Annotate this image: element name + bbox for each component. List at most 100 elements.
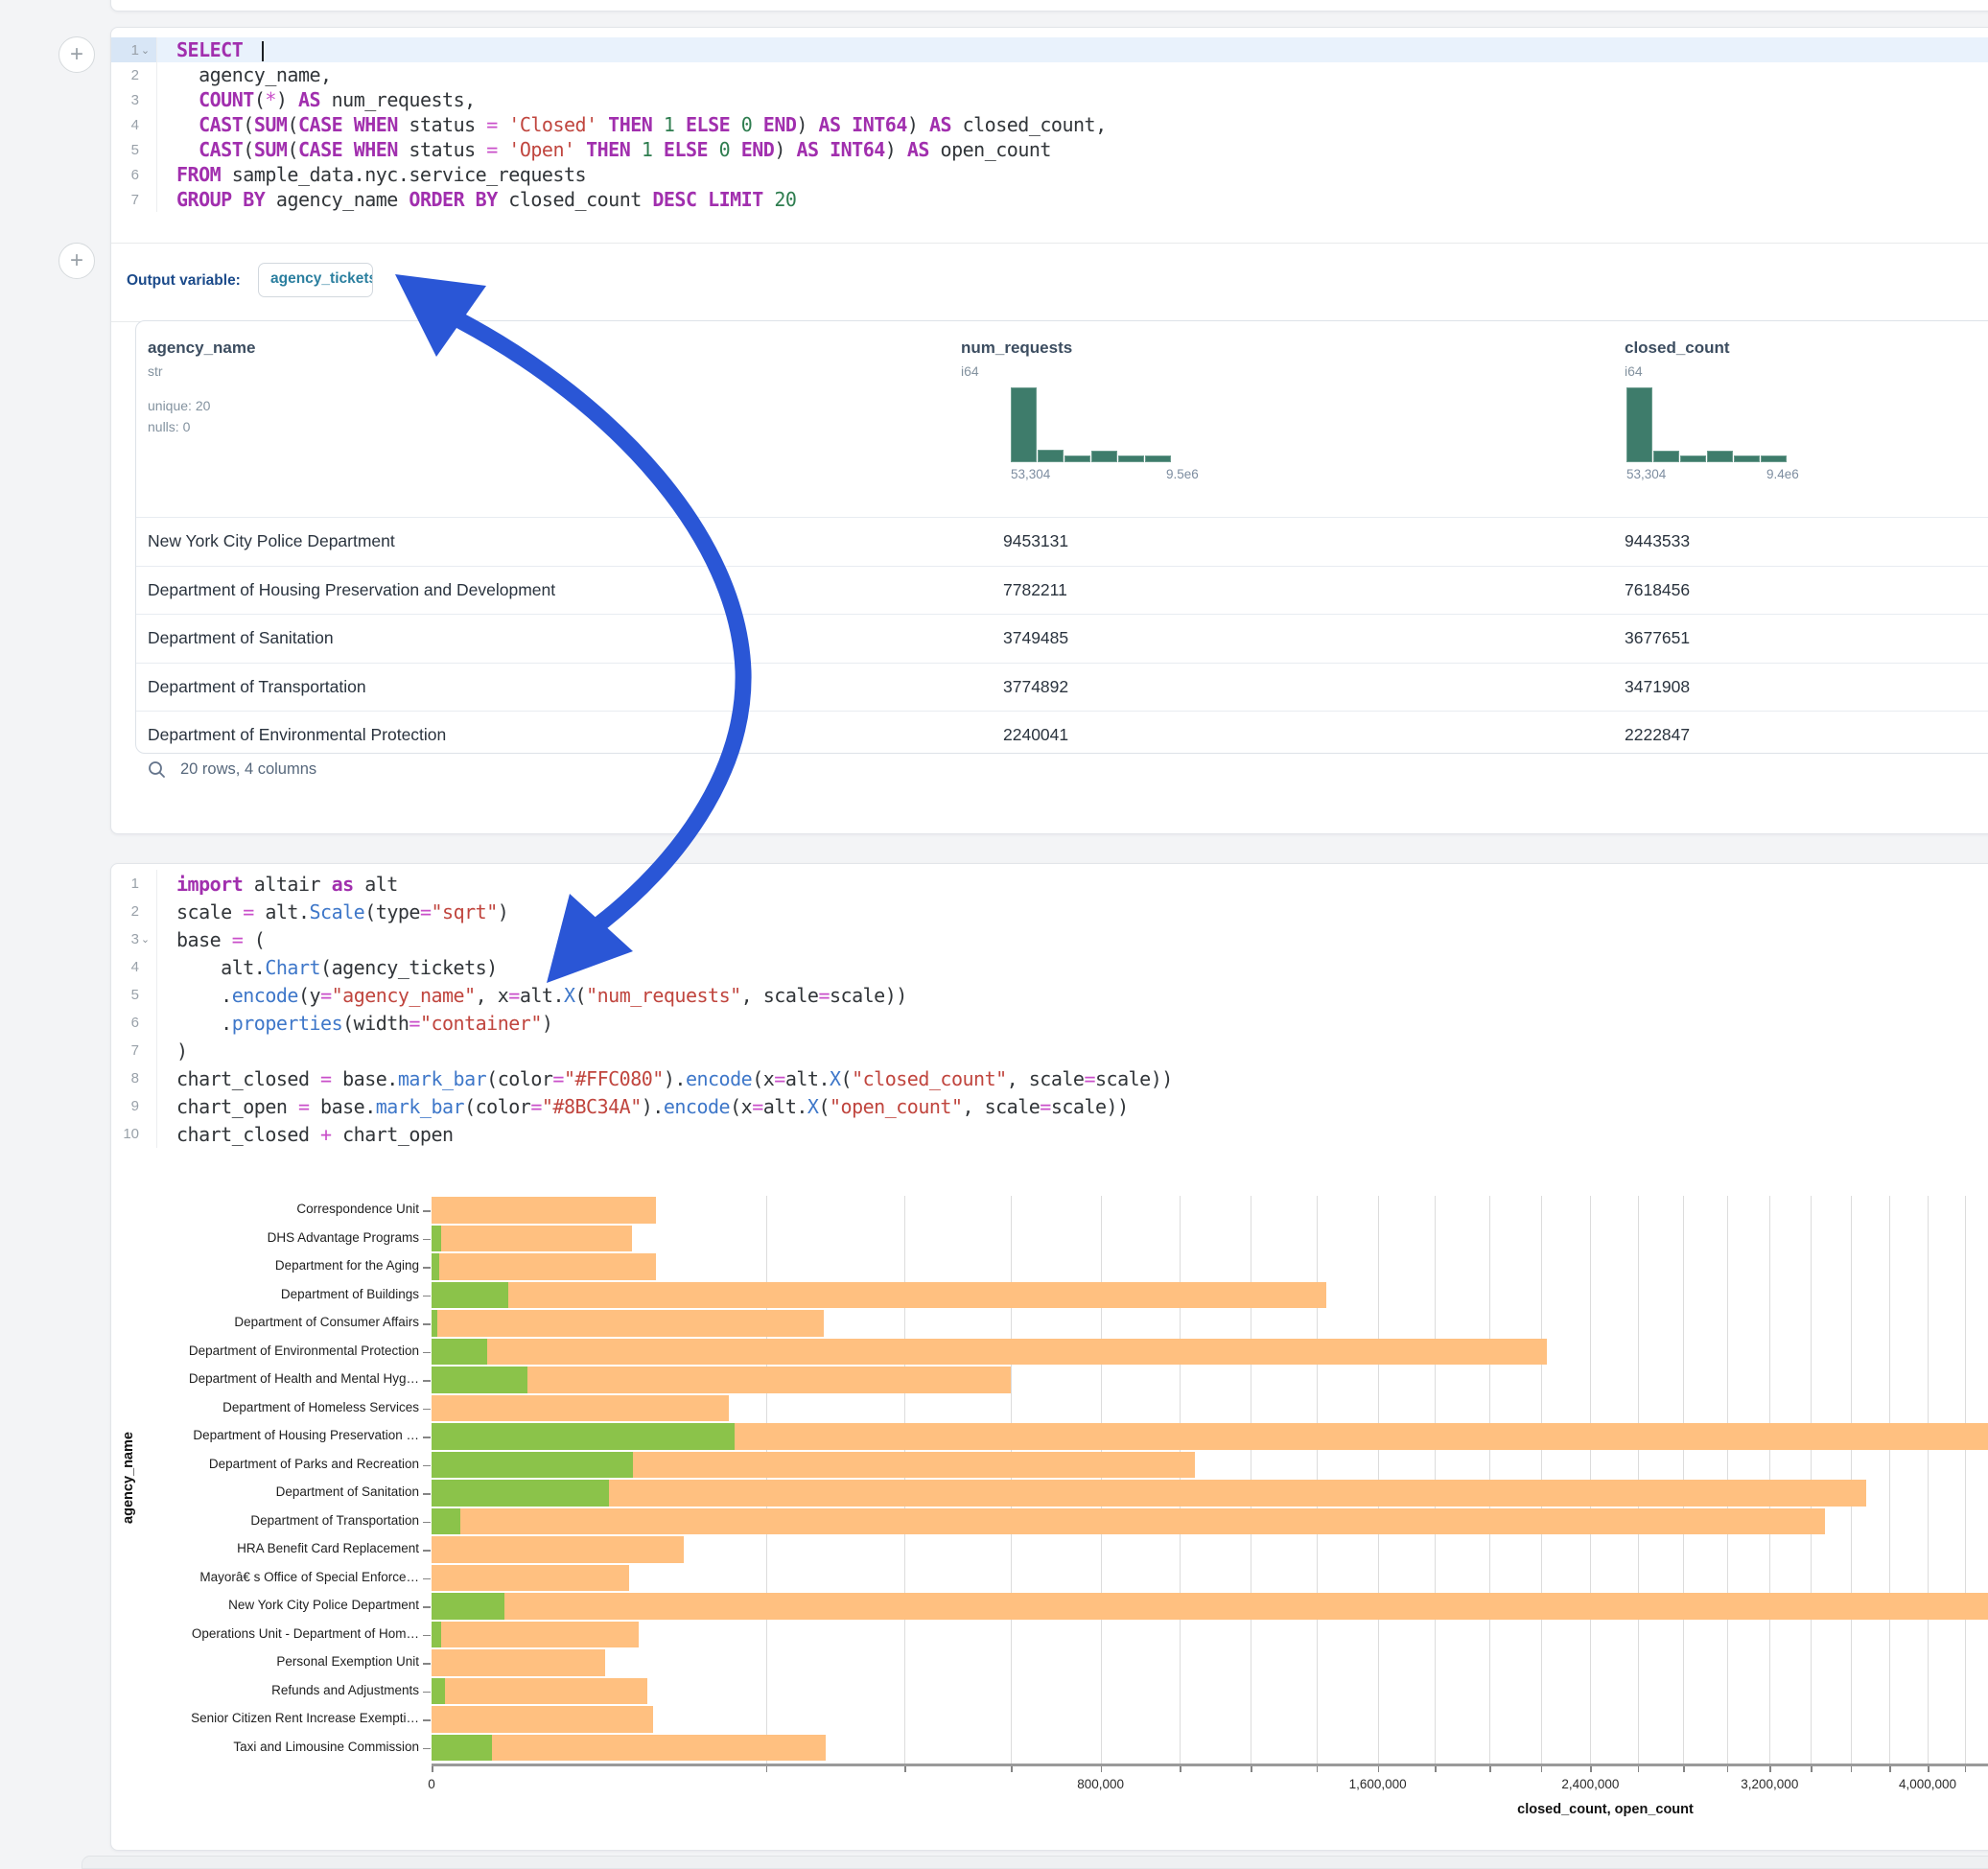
line-number-gutter: 2 (111, 62, 157, 87)
line-number-gutter: 5 (111, 137, 157, 162)
table-cell: Department of Sanitation (148, 628, 334, 648)
code-line[interactable]: 7) (111, 1037, 1988, 1064)
search-icon[interactable] (147, 759, 167, 780)
histogram-bar (1064, 456, 1090, 462)
y-axis-tick (423, 1267, 431, 1269)
output-variable-pill[interactable]: agency_tickets (258, 263, 373, 297)
histogram-bar (1707, 451, 1733, 462)
sql-code-editor[interactable]: 1⌄SELECT 2 agency_name,3 COUNT(*) AS num… (111, 37, 1988, 212)
bar-closed-count (432, 1310, 824, 1336)
histogram-min-label: 53,304 (1626, 467, 1666, 481)
y-axis-label: Department of Consumer Affairs (111, 1315, 419, 1329)
line-number-gutter: 3 (111, 87, 157, 112)
line-number-gutter: 10 (111, 1120, 157, 1148)
add-cell-button-top[interactable]: + (58, 36, 95, 73)
line-number: 2 (131, 903, 139, 920)
bar-open-count (432, 1423, 735, 1449)
histogram-bar (1145, 456, 1171, 462)
line-number: 3 (131, 92, 139, 108)
code-text: GROUP BY agency_name ORDER BY closed_cou… (157, 188, 796, 211)
y-axis-label: Department for the Aging (111, 1258, 419, 1273)
output-variable-row: Output variable: agency_tickets (111, 243, 1988, 322)
table-row[interactable]: New York City Police Department945313194… (136, 517, 1988, 566)
code-line[interactable]: 4 CAST(SUM(CASE WHEN status = 'Closed' T… (111, 112, 1988, 137)
code-text: .encode(y="agency_name", x=alt.X("num_re… (157, 984, 907, 1007)
code-line[interactable]: 1import altair as alt (111, 870, 1988, 898)
histogram-max-label: 9.4e6 (1766, 467, 1799, 481)
table-cell: New York City Police Department (148, 531, 395, 551)
line-number-gutter: 1 (111, 870, 157, 898)
fold-chevron-icon[interactable]: ⌄ (140, 933, 151, 946)
y-axis-tick (423, 1719, 431, 1721)
line-number: 6 (131, 167, 139, 183)
code-line[interactable]: 7GROUP BY agency_name ORDER BY closed_co… (111, 187, 1988, 212)
bar-closed-count (432, 1253, 656, 1279)
bar-closed-count (432, 1395, 729, 1421)
y-axis-label: Operations Unit - Department of Hom… (111, 1626, 419, 1641)
column-type: i64 (961, 363, 979, 379)
y-axis-tick (423, 1296, 431, 1297)
bar-open-count (432, 1367, 527, 1392)
table-row[interactable]: Department of Environmental Protection22… (136, 711, 1988, 754)
code-line[interactable]: 3⌄base = ( (111, 925, 1988, 953)
code-line[interactable]: 2 scale = alt.Scale(type="sqrt") (111, 898, 1988, 925)
chart-y-axis-title: agency_name (121, 1401, 136, 1554)
table-row[interactable]: Department of Housing Preservation and D… (136, 566, 1988, 615)
histogram-max-label: 9.5e6 (1166, 467, 1199, 481)
y-axis-label: Department of Transportation (111, 1513, 419, 1528)
line-number-gutter: 6 (111, 162, 157, 187)
x-axis-tick (1851, 1766, 1853, 1772)
x-axis-tick (1769, 1766, 1771, 1772)
y-axis-label: Department of Homeless Services (111, 1400, 419, 1414)
line-number: 3 (131, 931, 139, 947)
x-axis-tick (1928, 1766, 1930, 1772)
code-line[interactable]: 9chart_open = base.mark_bar(color="#8BC3… (111, 1092, 1988, 1120)
line-number: 4 (131, 117, 139, 133)
y-axis-tick (423, 1493, 431, 1495)
y-axis-tick (423, 1352, 431, 1354)
python-code-editor[interactable]: 1import altair as alt 2 scale = alt.Scale(… (111, 870, 1988, 1148)
add-cell-button-output[interactable]: + (58, 243, 95, 279)
table-cell: 3749485 (1003, 628, 1068, 648)
y-axis-label: New York City Police Department (111, 1598, 419, 1612)
y-axis-tick (423, 1550, 431, 1552)
code-line[interactable]: 8chart_closed = base.mark_bar(color="#FF… (111, 1064, 1988, 1092)
line-number: 9 (131, 1098, 139, 1114)
code-line[interactable]: 5 .encode(y="agency_name", x=alt.X("num_… (111, 981, 1988, 1009)
line-number-gutter: 4 (111, 953, 157, 981)
x-axis-tick (1011, 1766, 1013, 1772)
x-axis-tick (1489, 1766, 1491, 1772)
table-row[interactable]: Department of Sanitation37494853677651 (136, 614, 1988, 663)
y-axis-tick (423, 1606, 431, 1608)
y-axis-tick (423, 1635, 431, 1637)
code-text: COUNT(*) AS num_requests, (157, 88, 476, 111)
histogram-bar (1626, 387, 1652, 462)
fold-chevron-icon[interactable]: ⌄ (140, 44, 151, 57)
y-axis-label: DHS Advantage Programs (111, 1230, 419, 1245)
bar-closed-count (432, 1197, 656, 1223)
line-number-gutter: 6 (111, 1009, 157, 1037)
y-axis-label: Department of Environmental Protection (111, 1343, 419, 1358)
y-axis-label: HRA Benefit Card Replacement (111, 1541, 419, 1555)
code-text: scale = alt.Scale(type="sqrt") (157, 900, 508, 923)
bar-closed-count (432, 1678, 647, 1704)
code-line[interactable]: 2 agency_name, (111, 62, 1988, 87)
table-row[interactable]: Department of Transportation377489234719… (136, 663, 1988, 712)
bar-closed-count (432, 1622, 639, 1647)
code-line[interactable]: 6 .properties(width="container") (111, 1009, 1988, 1037)
line-number: 2 (131, 67, 139, 83)
y-axis-tick (423, 1380, 431, 1382)
code-line[interactable]: 6FROM sample_data.nyc.service_requests (111, 162, 1988, 187)
histogram-bar (1038, 450, 1064, 462)
line-number-gutter: 5 (111, 981, 157, 1009)
histogram-bar (1118, 456, 1144, 462)
table-cell: 9443533 (1625, 531, 1690, 551)
code-line[interactable]: 4 alt.Chart(agency_tickets) (111, 953, 1988, 981)
code-line[interactable]: 3 COUNT(*) AS num_requests, (111, 87, 1988, 112)
code-line[interactable]: 1⌄SELECT (111, 37, 1988, 62)
bar-open-count (432, 1310, 437, 1336)
bar-open-count (432, 1226, 441, 1251)
x-axis-tick (766, 1766, 768, 1772)
code-line[interactable]: 5 CAST(SUM(CASE WHEN status = 'Open' THE… (111, 137, 1988, 162)
code-line[interactable]: 10chart_closed + chart_open (111, 1120, 1988, 1148)
